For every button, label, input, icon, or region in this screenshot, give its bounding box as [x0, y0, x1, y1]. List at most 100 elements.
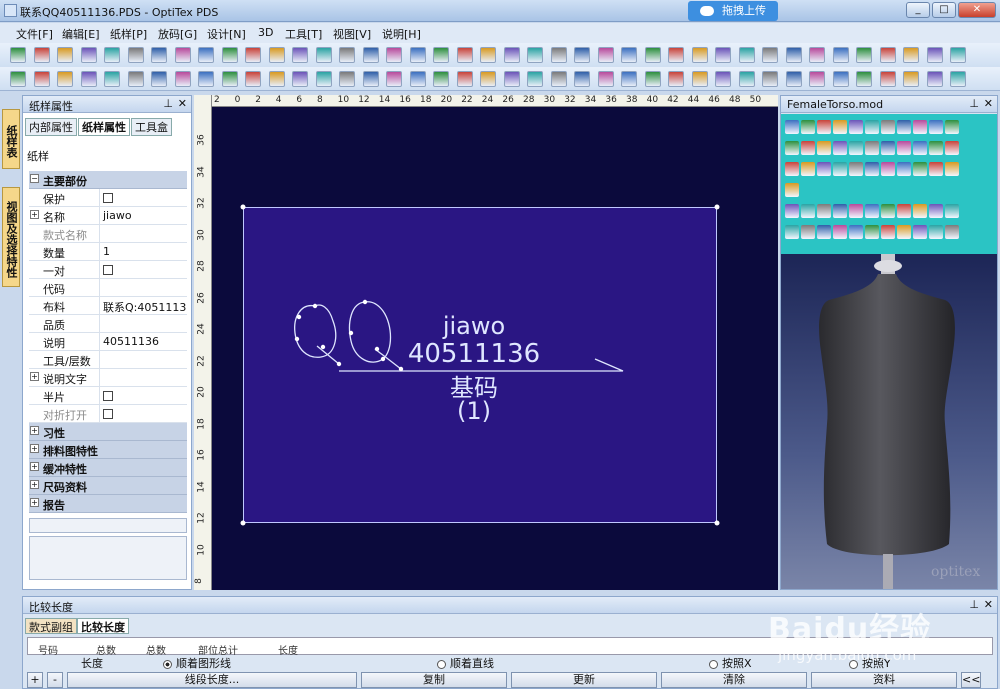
tool-button-icon[interactable] — [245, 47, 261, 63]
menu-tools[interactable]: 工具[T] — [285, 26, 322, 42]
model-tool-icon[interactable] — [833, 162, 847, 176]
tool-button-icon[interactable] — [503, 47, 520, 63]
property-row[interactable]: 对折打开 — [29, 405, 187, 423]
tab-pattern-list[interactable]: 纸样表 — [2, 109, 20, 169]
tool-button-icon[interactable] — [221, 71, 238, 87]
section-header[interactable]: + 报告 — [29, 495, 187, 513]
model-tool-icon[interactable] — [897, 162, 911, 176]
menu-edit[interactable]: 编辑[E] — [62, 26, 100, 42]
model-tool-icon[interactable] — [865, 162, 879, 176]
section-header[interactable]: + 缓冲特性 — [29, 459, 187, 477]
model-tool-icon[interactable] — [817, 141, 831, 155]
property-value[interactable]: 40511136 — [99, 333, 187, 351]
model-tool-icon[interactable] — [945, 141, 959, 155]
model-tool-icon[interactable] — [785, 120, 799, 134]
tool-button-icon[interactable] — [903, 71, 919, 87]
model-tool-icon[interactable] — [929, 120, 943, 134]
tool-button-icon[interactable] — [456, 71, 473, 87]
tool-button-icon[interactable] — [527, 71, 543, 87]
property-value[interactable]: 联系Q:40511136 — [99, 297, 187, 315]
property-checkbox[interactable] — [103, 391, 113, 401]
copy-button[interactable]: 复制 — [361, 672, 507, 688]
tab-style-subgroup[interactable]: 款式副组 — [25, 618, 77, 634]
menu-file[interactable]: 文件[F] — [16, 26, 53, 42]
tool-button-icon[interactable] — [785, 47, 802, 63]
model-tool-icon[interactable] — [817, 225, 831, 239]
piece-corner-points[interactable] — [240, 204, 720, 526]
model-tool-icon[interactable] — [897, 141, 911, 155]
tool-button-icon[interactable] — [409, 71, 426, 87]
tool-button-icon[interactable] — [386, 47, 402, 63]
tool-button-icon[interactable] — [879, 71, 896, 87]
tool-button-icon[interactable] — [785, 71, 802, 87]
tool-button-icon[interactable] — [668, 47, 684, 63]
property-checkbox[interactable] — [103, 265, 113, 275]
model-tool-icon[interactable] — [929, 225, 943, 239]
tool-button-icon[interactable] — [127, 71, 144, 87]
tool-button-icon[interactable] — [315, 47, 332, 63]
tool-button-icon[interactable] — [644, 71, 661, 87]
tool-button-icon[interactable] — [832, 71, 849, 87]
tool-button-icon[interactable] — [33, 71, 50, 87]
tool-button-icon[interactable] — [550, 71, 567, 87]
tool-button-icon[interactable] — [856, 47, 872, 63]
model-tool-icon[interactable] — [833, 204, 847, 218]
section-header[interactable]: + 排料图特性 — [29, 441, 187, 459]
model-tool-icon[interactable] — [913, 162, 927, 176]
tool-button-icon[interactable] — [268, 71, 285, 87]
radio-along-straight[interactable]: 顺着直线 — [437, 655, 494, 671]
model-tool-icon[interactable] — [881, 141, 895, 155]
section-header[interactable]: + 尺码资料 — [29, 477, 187, 495]
tool-button-icon[interactable] — [151, 47, 167, 63]
model-tool-icon[interactable] — [865, 141, 879, 155]
tool-button-icon[interactable] — [597, 71, 614, 87]
tool-button-icon[interactable] — [33, 47, 50, 63]
model-tool-icon[interactable] — [945, 120, 959, 134]
property-row[interactable]: 布料 联系Q:40511136 — [29, 297, 187, 315]
tab-toolbox[interactable]: 工具盒 — [131, 118, 172, 136]
model-tool-icon[interactable] — [945, 204, 959, 218]
tool-button-icon[interactable] — [691, 71, 708, 87]
tool-button-icon[interactable] — [456, 47, 473, 63]
tool-button-icon[interactable] — [104, 71, 120, 87]
property-row[interactable]: 品质 — [29, 315, 187, 333]
tool-button-icon[interactable] — [174, 47, 191, 63]
model-tool-icon[interactable] — [785, 225, 799, 239]
upload-button[interactable]: 拖拽上传 — [688, 1, 778, 21]
3d-viewport[interactable]: optitex — [781, 254, 997, 589]
model-tool-icon[interactable] — [881, 162, 895, 176]
tool-button-icon[interactable] — [926, 71, 943, 87]
model-tool-icon[interactable] — [929, 141, 943, 155]
property-row[interactable]: 一对 — [29, 261, 187, 279]
section-header[interactable]: + 习性 — [29, 423, 187, 441]
property-value[interactable] — [99, 387, 187, 405]
model-tool-icon[interactable] — [849, 204, 863, 218]
tool-button-icon[interactable] — [809, 71, 825, 87]
tool-button-icon[interactable] — [362, 71, 379, 87]
model-tool-icon[interactable] — [849, 141, 863, 155]
model-tool-icon[interactable] — [833, 120, 847, 134]
model-tool-icon[interactable] — [881, 204, 895, 218]
property-value[interactable] — [99, 369, 187, 387]
tool-button-icon[interactable] — [809, 47, 825, 63]
handwritten-qq-curve[interactable] — [294, 301, 624, 372]
tool-button-icon[interactable] — [621, 71, 637, 87]
property-row[interactable]: 数量 1 — [29, 243, 187, 261]
model-tool-icon[interactable] — [881, 120, 895, 134]
minimize-button[interactable]: _ — [906, 2, 930, 18]
model-tool-icon[interactable] — [801, 141, 815, 155]
property-value[interactable] — [99, 405, 187, 423]
tool-button-icon[interactable] — [574, 47, 590, 63]
tool-button-icon[interactable] — [57, 71, 73, 87]
menu-pattern[interactable]: 纸样[P] — [110, 26, 147, 42]
pin-icon[interactable]: ⊥ — [163, 97, 173, 110]
radio-by-x[interactable]: 按照X — [709, 655, 752, 671]
maximize-button[interactable]: □ — [932, 2, 956, 18]
tool-button-icon[interactable] — [292, 47, 308, 63]
remove-button[interactable]: - — [47, 672, 63, 688]
tool-button-icon[interactable] — [221, 47, 238, 63]
tool-button-icon[interactable] — [409, 47, 426, 63]
model-tool-icon[interactable] — [913, 225, 927, 239]
tool-button-icon[interactable] — [762, 71, 778, 87]
model-tool-icon[interactable] — [801, 225, 815, 239]
